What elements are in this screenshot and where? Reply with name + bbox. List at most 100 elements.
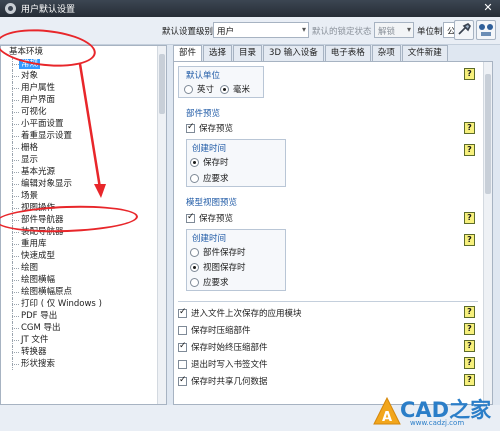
unit-mm-option[interactable]: 毫米 xyxy=(220,83,250,95)
title-bar: 用户默认设置 ✕ xyxy=(0,0,500,17)
unit-inch-label: 英寸 xyxy=(197,85,215,95)
part-save-preview-label: 保存预览 xyxy=(199,124,234,134)
tree-item[interactable]: 绘图横幅 xyxy=(1,274,166,286)
help-icon[interactable]: ? xyxy=(464,68,475,80)
unit-inch-option[interactable]: 英寸 xyxy=(184,83,214,95)
option-row[interactable]: 进入文件上次保存的应用模块 xyxy=(178,307,302,319)
scroll-thumb[interactable] xyxy=(159,54,165,114)
tab-2[interactable]: 目录 xyxy=(233,45,263,61)
help-icon[interactable]: ? xyxy=(464,357,475,369)
option-row[interactable]: 退出时写入书签文件 xyxy=(178,358,268,370)
tree-item-label: JT 文件 xyxy=(21,335,49,345)
model-view-save-option[interactable]: 视图保存时 xyxy=(190,261,246,273)
scroll-thumb[interactable] xyxy=(485,74,491,194)
help-icon[interactable]: ? xyxy=(464,234,475,246)
tree-item[interactable]: JT 文件 xyxy=(1,334,166,346)
watermark-url: www.cadzj.com xyxy=(410,419,465,427)
divider xyxy=(178,301,478,302)
help-icon[interactable]: ? xyxy=(464,340,475,352)
tree-scrollbar[interactable] xyxy=(157,46,166,404)
help-icon[interactable]: ? xyxy=(464,323,475,335)
lock-select[interactable]: 解锁 ▾ xyxy=(374,22,414,38)
tree-item[interactable]: PDF 导出 xyxy=(1,310,166,322)
radio-part-on-request[interactable] xyxy=(190,173,199,183)
option-row[interactable]: 保存时压缩部件 xyxy=(178,324,251,336)
tab-6[interactable]: 文件新建 xyxy=(401,45,448,61)
content-scrollbar[interactable] xyxy=(483,62,492,404)
option-row[interactable]: 保存时共享几何数据 xyxy=(178,375,268,387)
tree-item[interactable]: 重用库 xyxy=(1,238,166,250)
option-label: 保存时压缩部件 xyxy=(191,326,251,336)
help-icon[interactable]: ? xyxy=(464,212,475,224)
tab-content: 默认单位 英寸 毫米 ? 部件预览 保存预览 ? 创建时间 保存时 应要求 ? … xyxy=(173,61,493,405)
part-on-save-label: 保存时 xyxy=(203,158,229,168)
annotation-arrow xyxy=(78,63,106,198)
tab-1[interactable]: 选择 xyxy=(203,45,233,61)
option-checkbox[interactable] xyxy=(178,359,187,369)
option-label: 退出时写入书签文件 xyxy=(191,360,268,370)
tree-item-label: 绘图 xyxy=(21,263,39,273)
model-save-preview-label: 保存预览 xyxy=(199,214,234,224)
part-on-save-option[interactable]: 保存时 xyxy=(190,156,229,168)
tree-item[interactable]: 形状搜索 xyxy=(1,358,166,370)
model-save-preview-option[interactable]: 保存预览 xyxy=(186,212,233,224)
level-select-value: 用户 xyxy=(217,27,235,37)
level-select[interactable]: 用户 ▾ xyxy=(213,22,309,38)
model-view-preview-title: 模型视图预览 xyxy=(186,198,238,208)
option-checkbox[interactable] xyxy=(178,375,187,386)
option-checkbox[interactable] xyxy=(178,307,187,318)
model-part-save-label: 部件保存时 xyxy=(203,248,246,258)
tree-item[interactable]: CGM 导出 xyxy=(1,322,166,334)
option-checkbox[interactable] xyxy=(178,341,187,352)
option-checkbox[interactable] xyxy=(178,325,187,335)
radio-mm[interactable] xyxy=(220,84,229,94)
tab-5[interactable]: 杂项 xyxy=(371,45,401,61)
part-save-preview-checkbox[interactable] xyxy=(186,122,195,133)
wrench-icon xyxy=(458,23,471,35)
radio-inch[interactable] xyxy=(184,84,193,94)
settings-panel: 部件 选择 目录 3D 输入设备 电子表格 杂项 文件新建 默认单位 英寸 毫米 ? 部件预… xyxy=(173,45,493,405)
tree-item-label: 着重显示设置 xyxy=(21,131,73,141)
help-icon[interactable]: ? xyxy=(464,144,475,156)
manager-button[interactable] xyxy=(476,20,496,40)
option-label: 保存时始终压缩部件 xyxy=(191,343,268,353)
tree-item[interactable]: 快速成型 xyxy=(1,250,166,262)
radio-model-view-save[interactable] xyxy=(190,262,199,272)
hierarchy-icon xyxy=(479,24,493,36)
option-row[interactable]: 保存时始终压缩部件 xyxy=(178,341,268,353)
help-icon[interactable]: ? xyxy=(464,374,475,386)
model-part-save-option[interactable]: 部件保存时 xyxy=(190,246,246,258)
tree-item-label: 快速成型 xyxy=(21,251,56,261)
tree-item-label: 重用库 xyxy=(21,239,47,249)
tree-item-label: 绘图横幅原点 xyxy=(21,287,73,297)
help-icon[interactable]: ? xyxy=(464,122,475,134)
cad-logo-icon: A xyxy=(373,396,401,425)
tab-0[interactable]: 部件 xyxy=(173,45,203,61)
model-on-request-option[interactable]: 应要求 xyxy=(190,276,229,288)
radio-part-on-save[interactable] xyxy=(190,157,199,167)
tree-item-label: 显示 xyxy=(21,155,39,165)
tree-item[interactable]: 绘图横幅原点 xyxy=(1,286,166,298)
tree-item-label: 绘图横幅 xyxy=(21,275,56,285)
watermark: A CAD之家 www.cadzj.com xyxy=(370,392,500,431)
chevron-down-icon: ▾ xyxy=(406,25,411,34)
radio-model-on-request[interactable] xyxy=(190,277,199,287)
radio-model-part-save[interactable] xyxy=(190,247,199,257)
tree-item[interactable]: 绘图 xyxy=(1,262,166,274)
lock-select-value: 解锁 xyxy=(378,27,396,37)
model-save-preview-checkbox[interactable] xyxy=(186,212,195,223)
chevron-down-icon: ▾ xyxy=(301,25,306,34)
tab-3[interactable]: 3D 输入设备 xyxy=(263,45,324,61)
help-icon[interactable]: ? xyxy=(464,306,475,318)
part-on-request-option[interactable]: 应要求 xyxy=(190,172,229,184)
tree-item-label: 对象 xyxy=(21,71,39,81)
tree-item-label: PDF 导出 xyxy=(21,311,58,321)
close-button[interactable]: ✕ xyxy=(482,2,494,14)
customize-button[interactable] xyxy=(454,20,474,40)
tree-item[interactable]: 转换器 xyxy=(1,346,166,358)
tree-item[interactable]: 打印 ( 仅 Windows ) xyxy=(1,298,166,310)
part-save-preview-option[interactable]: 保存预览 xyxy=(186,122,233,134)
tree-item-label: 用户属性 xyxy=(21,83,56,93)
tree-item-label: 编辑对象显示 xyxy=(21,179,73,189)
tab-4[interactable]: 电子表格 xyxy=(324,45,371,61)
